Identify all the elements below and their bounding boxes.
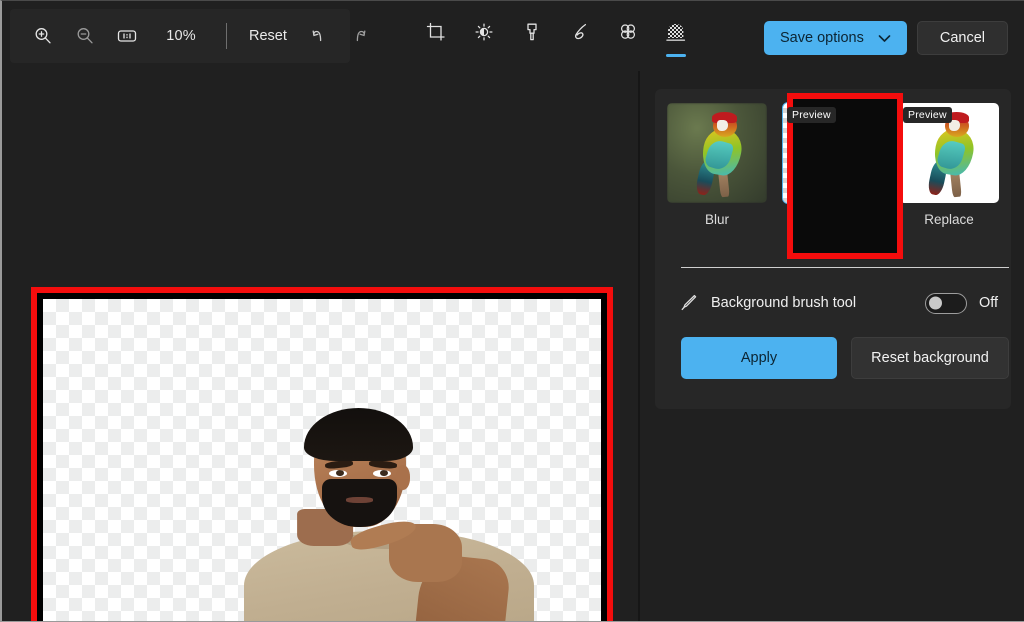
tool-markup[interactable] [513,17,551,59]
background-option-label: Remove [806,212,860,227]
toggle-knob [929,296,942,310]
one-to-one-icon [116,27,138,45]
background-option-blur[interactable]: Blur [667,103,767,253]
panel-horizontal-divider [681,267,1009,268]
canvas-area[interactable] [2,71,638,621]
crop-icon [425,21,447,43]
preview-badge: Preview [903,107,952,123]
background-brush-row: Background brush tool Off [677,292,1007,314]
replace-thumbnail: Preview [899,103,999,203]
zoom-in-button[interactable] [22,17,64,55]
reset-zoom-button[interactable]: Reset [239,22,297,50]
background-brush-toggle[interactable] [925,292,967,314]
eye-right [373,469,391,477]
canvas-annotation-highlight [31,287,613,621]
background-panel: Blur Preview Remove Preview Replace Back… [640,71,1024,621]
zoom-level-value: 10% [166,28,196,44]
edited-image[interactable] [43,299,601,621]
undo-icon [308,26,328,46]
undo-button[interactable] [297,17,339,55]
redo-button[interactable] [339,17,381,55]
selected-tool-indicator [666,54,686,57]
redo-icon [350,26,370,46]
brush-pen-icon [677,292,703,314]
apply-button[interactable]: Apply [681,337,837,379]
background-options-card: Blur Preview Remove Preview Replace Back… [655,89,1011,409]
save-options-button[interactable]: Save options [764,21,907,55]
remove-thumbnail: Preview [782,102,884,204]
parrot-image [667,103,767,203]
toolbar-separator [226,23,227,49]
parrot-beak [717,120,728,131]
zoom-out-icon [75,26,95,46]
background-actions: Apply Reset background [681,337,1009,379]
zoom-out-button[interactable] [64,17,106,55]
top-toolbar: 10% Reset Save options Cancel [2,1,1024,71]
edit-tools-group [417,17,695,59]
toolbar-actions: Save options Cancel [764,21,1008,55]
marker-icon [521,21,543,43]
background-option-label: Blur [704,212,729,227]
person-cutout [43,299,601,621]
zoom-in-icon [33,26,53,46]
image-editor-window: 10% Reset Save options Cancel Blur Previ… [0,0,1024,622]
eye-left [329,469,347,477]
actual-size-button[interactable] [106,17,148,55]
cancel-button[interactable]: Cancel [916,21,1008,55]
preview-badge: Preview [787,107,836,123]
filters-icon [617,21,639,43]
tool-filters[interactable] [609,17,647,59]
tool-crop[interactable] [417,17,455,59]
pen-erase-icon [569,21,591,43]
background-brush-state: Off [979,295,999,311]
background-option-list: Blur Preview Remove Preview Replace [667,93,999,259]
tool-background-removal[interactable] [657,17,695,59]
save-options-label: Save options [780,30,864,46]
background-brush-label: Background brush tool [711,295,857,311]
eyebrow-right [368,459,397,469]
zoom-controls: 10% Reset [22,17,381,55]
ear [395,465,411,490]
hair [304,407,413,461]
tool-erase[interactable] [561,17,599,59]
background-option-label: Replace [924,212,974,227]
background-removal-icon [664,21,688,43]
mouth [345,497,374,503]
background-option-replace[interactable]: Preview Replace [899,103,999,253]
brightness-icon [473,21,495,43]
blur-thumbnail [667,103,767,203]
eyebrow-left [324,459,353,469]
reset-background-button[interactable]: Reset background [851,337,1009,379]
tool-adjustments[interactable] [465,17,503,59]
background-option-remove[interactable]: Preview Remove [782,102,884,253]
chevron-down-icon [878,34,891,43]
